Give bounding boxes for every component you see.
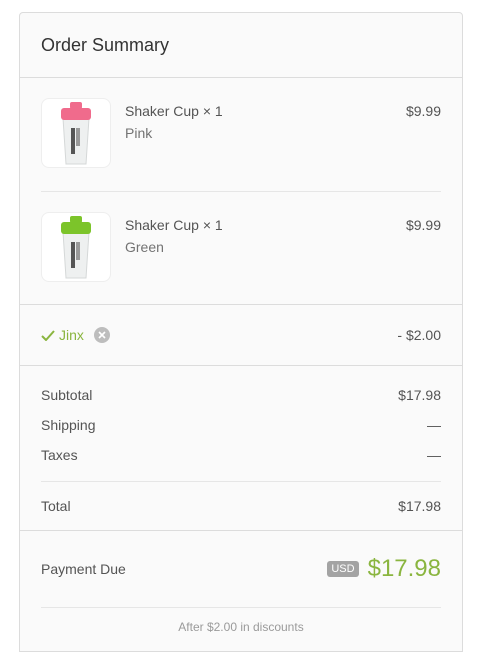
shaker-cup-pink-image bbox=[61, 102, 91, 165]
order-summary-title: Order Summary bbox=[41, 34, 170, 55]
payment-due-label: Payment Due bbox=[41, 561, 126, 577]
totals-section: Subtotal $17.98 Shipping — Taxes — Total… bbox=[20, 366, 462, 531]
shipping-row: Shipping — bbox=[41, 410, 441, 440]
payment-due-amount-group: USD $17.98 bbox=[327, 555, 441, 583]
line-item-info: Shaker Cup × 1 Green bbox=[125, 212, 406, 255]
total-label: Total bbox=[41, 498, 71, 514]
order-summary-card: Order Summary Shaker Cup × 1 Pink $9.99 bbox=[19, 12, 463, 652]
item-name: Shaker Cup × 1 bbox=[125, 217, 223, 233]
taxes-value: — bbox=[427, 447, 441, 463]
line-items: Shaker Cup × 1 Pink $9.99 Shaker Cup × 1… bbox=[20, 78, 462, 305]
close-icon bbox=[98, 331, 106, 339]
totals-breakdown: Subtotal $17.98 Shipping — Taxes — bbox=[41, 366, 441, 482]
subtotal-row: Subtotal $17.98 bbox=[41, 380, 441, 410]
taxes-label: Taxes bbox=[41, 447, 78, 463]
order-summary-header: Order Summary bbox=[20, 13, 462, 78]
total-row: Total $17.98 bbox=[41, 482, 441, 530]
taxes-row: Taxes — bbox=[41, 440, 441, 470]
item-variant: Green bbox=[125, 239, 164, 255]
discount-tag: Jinx bbox=[41, 327, 110, 343]
payment-due-amount: $17.98 bbox=[367, 555, 441, 582]
discount-row: Jinx - $2.00 bbox=[20, 305, 462, 366]
subtotal-value: $17.98 bbox=[398, 387, 441, 403]
payment-due-row: Payment Due USD $17.98 bbox=[41, 531, 441, 608]
currency-badge: USD bbox=[327, 561, 359, 577]
shipping-label: Shipping bbox=[41, 417, 96, 433]
payment-section: Payment Due USD $17.98 After $2.00 in di… bbox=[20, 531, 462, 634]
line-item-info: Shaker Cup × 1 Pink bbox=[125, 98, 406, 141]
item-price: $9.99 bbox=[405, 103, 441, 119]
discount-code: Jinx bbox=[59, 327, 84, 343]
remove-discount-button[interactable] bbox=[93, 327, 110, 343]
savings-note: After $2.00 in discounts bbox=[178, 620, 304, 634]
line-item: Shaker Cup × 1 Green $9.99 bbox=[41, 191, 441, 304]
product-thumbnail bbox=[41, 98, 111, 168]
item-variant: Pink bbox=[125, 125, 153, 141]
total-value: $17.98 bbox=[398, 498, 441, 514]
product-thumbnail bbox=[41, 212, 111, 282]
shipping-value: — bbox=[427, 417, 441, 433]
item-price: $9.99 bbox=[405, 217, 441, 233]
check-icon bbox=[41, 329, 55, 341]
subtotal-label: Subtotal bbox=[41, 387, 93, 403]
shaker-cup-green-image bbox=[61, 216, 91, 279]
line-item: Shaker Cup × 1 Pink $9.99 bbox=[41, 78, 441, 191]
item-name: Shaker Cup × 1 bbox=[125, 103, 223, 119]
discount-amount: - $2.00 bbox=[397, 327, 441, 343]
